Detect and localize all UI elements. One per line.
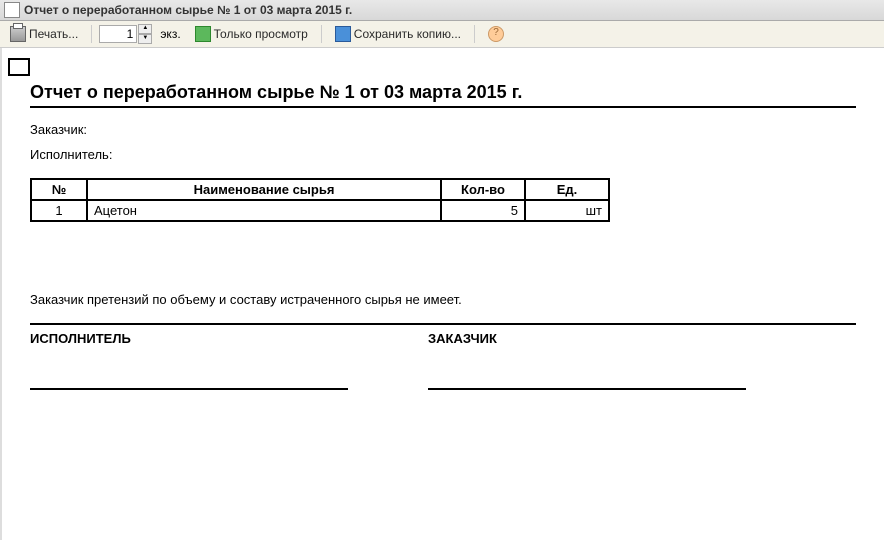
- help-button[interactable]: ?: [482, 23, 510, 45]
- toolbar-separator: [91, 25, 92, 43]
- signature-row: ИСПОЛНИТЕЛЬ ЗАКАЗЧИК: [30, 323, 856, 390]
- document-icon: [4, 2, 20, 18]
- table-row: 1 Ацетон 5 шт: [31, 200, 609, 221]
- save-copy-label: Сохранить копию...: [354, 27, 461, 41]
- executor-signature-label: ИСПОЛНИТЕЛЬ: [30, 331, 348, 346]
- executor-label: Исполнитель:: [30, 147, 856, 162]
- print-button[interactable]: Печать...: [4, 23, 84, 45]
- customer-signature-line: [428, 346, 746, 390]
- cell-name: Ацетон: [87, 200, 441, 221]
- executor-signature-line: [30, 346, 348, 390]
- toolbar-separator: [474, 25, 475, 43]
- print-label: Печать...: [29, 27, 78, 41]
- copies-input[interactable]: [99, 25, 137, 43]
- view-only-label: Только просмотр: [214, 27, 308, 41]
- table-view-icon: [195, 26, 211, 42]
- customer-label: Заказчик:: [30, 122, 856, 137]
- table-header-row: № Наименование сырья Кол-во Ед.: [31, 179, 609, 200]
- print-icon: [10, 26, 26, 42]
- header-name: Наименование сырья: [87, 179, 441, 200]
- selection-marker: [8, 58, 30, 76]
- cell-unit: шт: [525, 200, 609, 221]
- document-area: Отчет о переработанном сырье № 1 от 03 м…: [0, 48, 884, 540]
- header-no: №: [31, 179, 87, 200]
- save-copy-button[interactable]: Сохранить копию...: [329, 23, 467, 45]
- copies-stepper[interactable]: ▲ ▼: [99, 24, 152, 44]
- copies-up-button[interactable]: ▲: [138, 24, 152, 34]
- view-only-button[interactable]: Только просмотр: [189, 23, 314, 45]
- cell-no: 1: [31, 200, 87, 221]
- document-body: Отчет о переработанном сырье № 1 от 03 м…: [2, 82, 884, 410]
- copies-down-button[interactable]: ▼: [138, 34, 152, 44]
- window-titlebar: Отчет о переработанном сырье № 1 от 03 м…: [0, 0, 884, 21]
- cell-qty: 5: [441, 200, 525, 221]
- customer-signature-label: ЗАКАЗЧИК: [428, 331, 746, 346]
- materials-table: № Наименование сырья Кол-во Ед. 1 Ацетон…: [30, 178, 610, 222]
- toolbar-separator: [321, 25, 322, 43]
- claim-text: Заказчик претензий по объему и составу и…: [30, 292, 856, 307]
- copies-unit-label: экз.: [160, 27, 180, 41]
- toolbar: Печать... ▲ ▼ экз. Только просмотр Сохра…: [0, 21, 884, 48]
- executor-signature-block: ИСПОЛНИТЕЛЬ: [30, 331, 348, 390]
- window-title: Отчет о переработанном сырье № 1 от 03 м…: [24, 3, 352, 17]
- help-icon: ?: [488, 26, 504, 42]
- customer-signature-block: ЗАКАЗЧИК: [428, 331, 746, 390]
- save-icon: [335, 26, 351, 42]
- header-qty: Кол-во: [441, 179, 525, 200]
- header-unit: Ед.: [525, 179, 609, 200]
- document-title: Отчет о переработанном сырье № 1 от 03 м…: [30, 82, 856, 108]
